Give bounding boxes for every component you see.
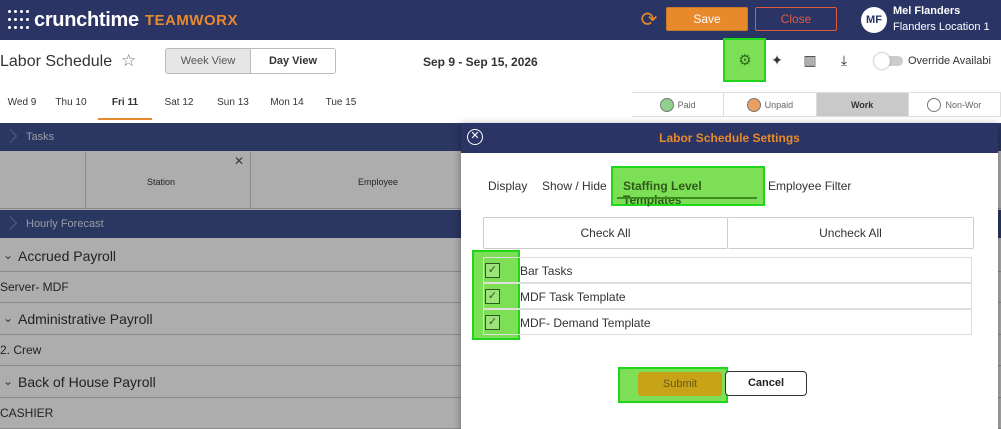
day-tabs: Wed 9 Thu 10 Fri 11 Sat 12 Sun 13 Mon 14… bbox=[0, 90, 368, 120]
view-toggle: Week View Day View bbox=[165, 48, 336, 74]
refresh-icon[interactable]: ⟳ bbox=[638, 9, 660, 31]
download-icon[interactable]: ⤓ bbox=[834, 50, 854, 70]
settings-button[interactable]: ⚙ bbox=[723, 38, 766, 82]
logo-subtext: TEAMWORX bbox=[144, 12, 238, 29]
bar-chart-icon[interactable]: ▥ bbox=[800, 50, 820, 70]
tab-day-thu[interactable]: Thu 10 bbox=[44, 90, 98, 120]
date-range: Sep 9 - Sep 15, 2026 bbox=[423, 55, 538, 69]
user-name: Mel Flanders bbox=[893, 5, 961, 17]
modal-title: Labor Schedule Settings bbox=[659, 131, 800, 145]
template-checkbox-bar-tasks[interactable]: ✓ bbox=[485, 263, 500, 278]
list-item[interactable]: MDF- Demand Template bbox=[483, 309, 972, 335]
tab-day-sat[interactable]: Sat 12 bbox=[152, 90, 206, 120]
nonwork-dot-icon bbox=[927, 97, 942, 112]
day-view-button[interactable]: Day View bbox=[250, 49, 335, 73]
tab-show-hide[interactable]: Show / Hide bbox=[542, 179, 607, 193]
submit-button[interactable]: Submit bbox=[638, 372, 722, 396]
gear-icon: ⚙ bbox=[738, 52, 752, 69]
logo-text: crunchtime bbox=[34, 9, 139, 31]
close-icon[interactable]: ✕ bbox=[467, 129, 483, 145]
user-location: Flanders Location 1 bbox=[893, 21, 990, 33]
tab-display[interactable]: Display bbox=[488, 179, 527, 193]
labor-schedule-settings-modal: Labor Schedule Settings ✕ Display Show /… bbox=[461, 123, 998, 429]
modal-header: Labor Schedule Settings ✕ bbox=[461, 123, 998, 153]
logo-dots-icon bbox=[8, 9, 30, 32]
tab-staffing-level-templates[interactable]: Staffing Level Templates bbox=[611, 166, 765, 207]
legend-paid: Paid bbox=[632, 93, 725, 116]
favorite-star-icon[interactable]: ☆ bbox=[121, 51, 136, 71]
cancel-button[interactable]: Cancel bbox=[725, 371, 807, 396]
unpaid-dot-icon bbox=[746, 97, 761, 112]
template-checkbox-mdf-task-template[interactable]: ✓ bbox=[485, 289, 500, 304]
legend-work: Work bbox=[816, 93, 909, 116]
tab-day-mon[interactable]: Mon 14 bbox=[260, 90, 314, 120]
legend-nonwork: Non-Wor bbox=[909, 93, 1001, 116]
tab-day-sun[interactable]: Sun 13 bbox=[206, 90, 260, 120]
tab-day-fri[interactable]: Fri 11 bbox=[98, 90, 152, 120]
tab-day-tue[interactable]: Tue 15 bbox=[314, 90, 368, 120]
close-button[interactable]: Close bbox=[755, 7, 837, 31]
list-item[interactable]: MDF Task Template bbox=[483, 283, 972, 309]
week-view-button[interactable]: Week View bbox=[166, 49, 250, 73]
check-all-button[interactable]: Check All bbox=[483, 217, 728, 249]
tab-employee-filter[interactable]: Employee Filter bbox=[768, 179, 851, 193]
save-button[interactable]: Save bbox=[666, 7, 748, 31]
override-availability-label: Override Availabi bbox=[908, 55, 991, 67]
page-title: Labor Schedule bbox=[0, 53, 113, 70]
uncheck-all-button[interactable]: Uncheck All bbox=[728, 217, 974, 249]
override-availability-toggle[interactable] bbox=[874, 53, 903, 69]
avatar[interactable]: MF bbox=[861, 7, 887, 33]
list-item[interactable]: Bar Tasks bbox=[483, 257, 972, 283]
template-checkbox-mdf-demand-template[interactable]: ✓ bbox=[485, 315, 500, 330]
top-bar: crunchtime TEAMWORX ⟳ Save Close MF Mel … bbox=[0, 0, 1001, 40]
legend: Paid Unpaid Work Non-Wor bbox=[632, 92, 1001, 117]
paid-dot-icon bbox=[659, 97, 674, 112]
magic-wand-icon[interactable]: ✦ bbox=[767, 50, 787, 70]
crunchtime-logo: crunchtime TEAMWORX bbox=[8, 9, 238, 32]
legend-unpaid: Unpaid bbox=[724, 93, 817, 116]
tab-day-wed[interactable]: Wed 9 bbox=[0, 90, 44, 120]
